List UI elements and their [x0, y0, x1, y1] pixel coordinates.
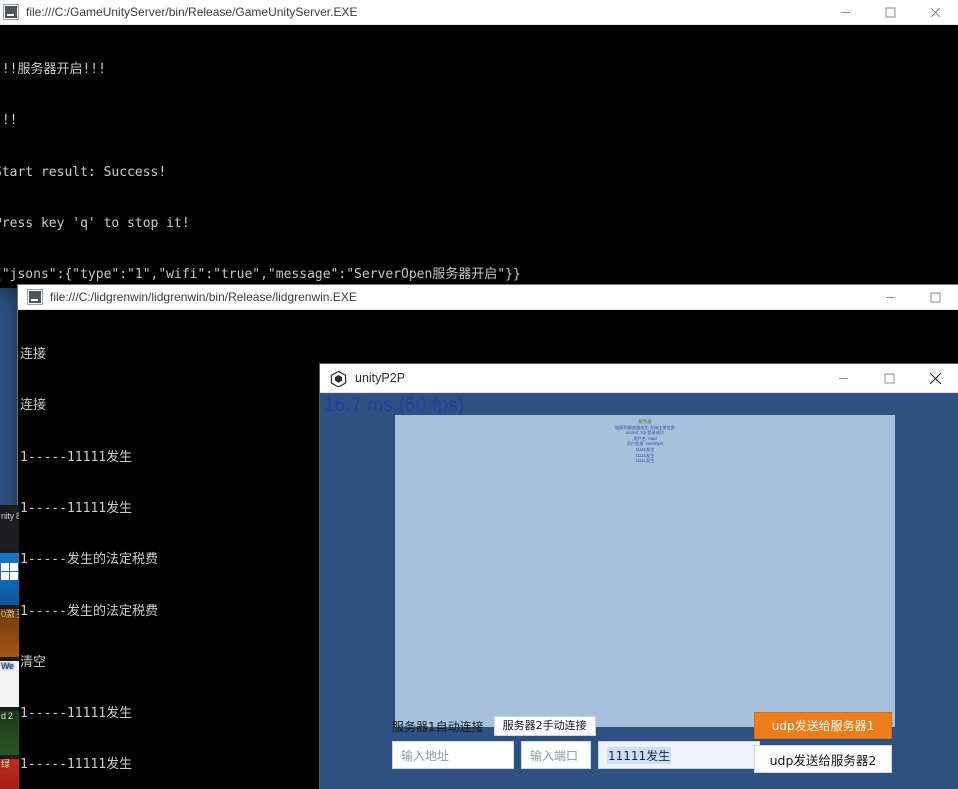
fps-overlay: 16.7 ms (60 fps) [324, 395, 465, 416]
unity-game-view[interactable]: 16.7 ms (60 fps) 服务器 链接到服务器成功 开始注册信息 soc… [320, 393, 958, 789]
close-icon [929, 372, 941, 384]
client-console-window-buttons[interactable] [868, 285, 958, 309]
connection-row: 服务器1自动连接 服务器2手动连接 [392, 716, 596, 736]
console-line: Start result: Success! [0, 164, 167, 180]
console-icon [3, 4, 19, 20]
message-input-value: 11111发生 [607, 746, 672, 764]
server-console-window-buttons[interactable] [823, 0, 958, 24]
taskbar[interactable]: nity 8.3. 0激 要那 We d 2 绿 [0, 505, 19, 789]
taskbar-item-unity[interactable]: nity 8.3. [0, 511, 19, 547]
unity-logo-icon [330, 370, 347, 388]
udp-send-server2-button[interactable]: udp发送给服务器2 [754, 745, 892, 773]
taskbar-item-unity-label: nity 8.3. [1, 511, 19, 521]
close-button[interactable] [912, 364, 958, 392]
minimize-icon [886, 296, 895, 298]
console-line: !!!服务器开启!!! [0, 62, 106, 78]
close-icon [930, 7, 941, 17]
client-console-title: file:///C:/lidgrenwin/lidgrenwin/bin/Rel… [50, 290, 357, 304]
minimize-button[interactable] [823, 0, 868, 24]
taskbar-item-green-label: d 2 [1, 711, 13, 721]
unity-control-bar: 服务器1自动连接 服务器2手动连接 输入地址 输入端口 11111发生 udp发… [320, 707, 958, 789]
console-line: 连接 [20, 347, 47, 363]
close-button[interactable] [913, 0, 958, 24]
server-console-output: !!!服务器开启!!! !!! Start result: Success! P… [0, 25, 958, 288]
message-input[interactable]: 11111发生 [598, 741, 760, 769]
console-line: !!! [0, 113, 18, 129]
maximize-icon [884, 373, 894, 383]
taskbar-item-red-label: 绿 [1, 759, 10, 769]
taskbar-item-orange-label: 0激 要那 [1, 609, 19, 619]
server2-manual-connect-button[interactable]: 服务器2手动连接 [493, 716, 596, 736]
taskbar-item-orange[interactable]: 0激 要那 [0, 609, 19, 657]
maximize-button[interactable] [913, 285, 958, 309]
input-row: 输入地址 输入端口 11111发生 [392, 741, 760, 769]
minimize-icon [838, 377, 848, 379]
console-line: Press key 'q' to stop it! [0, 216, 190, 232]
taskbar-item-windows[interactable] [0, 553, 19, 605]
udp-send-server1-button[interactable]: udp发送给服务器1 [754, 712, 892, 739]
maximize-button[interactable] [868, 0, 913, 24]
unity-p2p-window[interactable]: unityP2P 16.7 ms (60 fps) 服务器 链接到服务器成功 开… [320, 364, 958, 789]
minimize-button[interactable] [820, 364, 866, 392]
unity-window-title: unityP2P [355, 371, 406, 385]
maximize-button[interactable] [866, 364, 912, 392]
server-console-title: file:///C:/GameUnityServer/bin/Release/G… [26, 5, 358, 19]
taskbar-item-web-label: We [1, 661, 14, 671]
maximize-icon [930, 292, 941, 302]
taskbar-item-red[interactable]: 绿 [0, 759, 19, 789]
desktop-background: nity 8.3. 0激 要那 We d 2 绿 file:///C:/Game… [0, 0, 958, 789]
console-icon [27, 289, 43, 305]
address-input[interactable]: 输入地址 [392, 741, 514, 769]
game-content-panel: 服务器 链接到服务器成功 开始注册信息 socket: tcp 登录成功 用户名… [395, 415, 895, 727]
maximize-icon [885, 7, 896, 17]
server1-auto-connect-label: 服务器1自动连接 [392, 719, 484, 734]
minimize-icon [841, 11, 850, 13]
port-input[interactable]: 输入端口 [521, 741, 591, 769]
server-console-window[interactable]: file:///C:/GameUnityServer/bin/Release/G… [0, 0, 958, 288]
game-log-line: 11111发生 [635, 458, 655, 464]
unity-titlebar[interactable]: unityP2P [320, 364, 958, 393]
taskbar-item-green[interactable]: d 2 [0, 711, 19, 755]
game-log-text: 服务器 链接到服务器成功 开始注册信息 socket: tcp 登录成功 用户名… [570, 419, 720, 464]
server-console-titlebar[interactable]: file:///C:/GameUnityServer/bin/Release/G… [0, 0, 958, 25]
client-console-titlebar[interactable]: file:///C:/lidgrenwin/lidgrenwin/bin/Rel… [18, 285, 958, 310]
taskbar-item-web[interactable]: We [0, 661, 19, 707]
console-line: {"jsons":{"type":"1","wifi":"true","mess… [0, 267, 521, 283]
windows-logo-icon [1, 563, 18, 580]
unity-window-buttons[interactable] [820, 364, 958, 392]
minimize-button[interactable] [868, 285, 913, 309]
